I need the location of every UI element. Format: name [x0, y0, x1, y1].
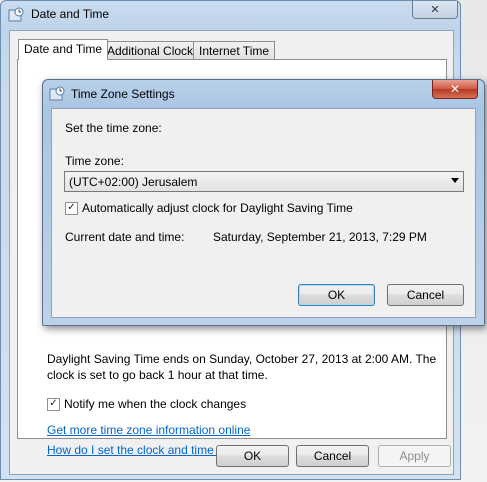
notify-label: Notify me when the clock changes	[64, 397, 247, 411]
chevron-down-icon	[451, 178, 459, 183]
timezone-selected-value: (UTC+02:00) Jerusalem	[69, 174, 198, 189]
close-icon: ✕	[449, 82, 461, 96]
current-datetime-value: Saturday, September 21, 2013, 7:29 PM	[213, 230, 427, 244]
apply-button[interactable]: Apply	[378, 445, 451, 467]
checkmark-icon: ✓	[67, 201, 76, 213]
dialog-close-button[interactable]: ✕	[432, 80, 478, 99]
current-datetime-label: Current date and time:	[65, 230, 185, 244]
dialog-title: Time Zone Settings	[71, 87, 175, 101]
timezone-label: Time zone:	[65, 154, 124, 168]
more-timezone-info-link[interactable]: Get more time zone information online	[47, 423, 250, 437]
dialog-client-area: Set the time zone: Time zone: (UTC+02:00…	[51, 108, 476, 318]
auto-dst-option[interactable]: ✓ Automatically adjust clock for Dayligh…	[65, 201, 353, 215]
close-icon: ✕	[430, 4, 440, 16]
time-zone-settings-dialog: Time Zone Settings ✕ Set the time zone: …	[42, 79, 485, 326]
timezone-select[interactable]: (UTC+02:00) Jerusalem	[64, 171, 464, 192]
dialog-cancel-button[interactable]: Cancel	[387, 284, 464, 306]
window-title: Date and Time	[31, 7, 110, 21]
set-timezone-heading: Set the time zone:	[65, 121, 162, 135]
close-button[interactable]: ✕	[412, 1, 458, 19]
checkmark-icon: ✓	[49, 397, 58, 409]
tab-date-and-time[interactable]: Date and Time	[18, 39, 109, 60]
dst-notice: Daylight Saving Time ends on Sunday, Oct…	[47, 352, 437, 382]
cancel-button[interactable]: Cancel	[296, 445, 369, 467]
clock-globe-icon	[8, 7, 24, 22]
ok-button[interactable]: OK	[216, 445, 289, 467]
title-bar[interactable]: Date and Time ✕	[1, 1, 460, 29]
notify-checkbox[interactable]: ✓	[47, 397, 60, 411]
dialog-ok-button[interactable]: OK	[298, 284, 375, 306]
notify-option[interactable]: ✓ Notify me when the clock changes	[47, 397, 246, 411]
tab-additional-clocks[interactable]: Additional Clocks	[101, 41, 206, 59]
auto-dst-label: Automatically adjust clock for Daylight …	[82, 201, 353, 215]
tab-internet-time[interactable]: Internet Time	[193, 41, 276, 59]
clock-globe-icon	[49, 86, 65, 101]
auto-dst-checkbox[interactable]: ✓	[65, 201, 78, 215]
